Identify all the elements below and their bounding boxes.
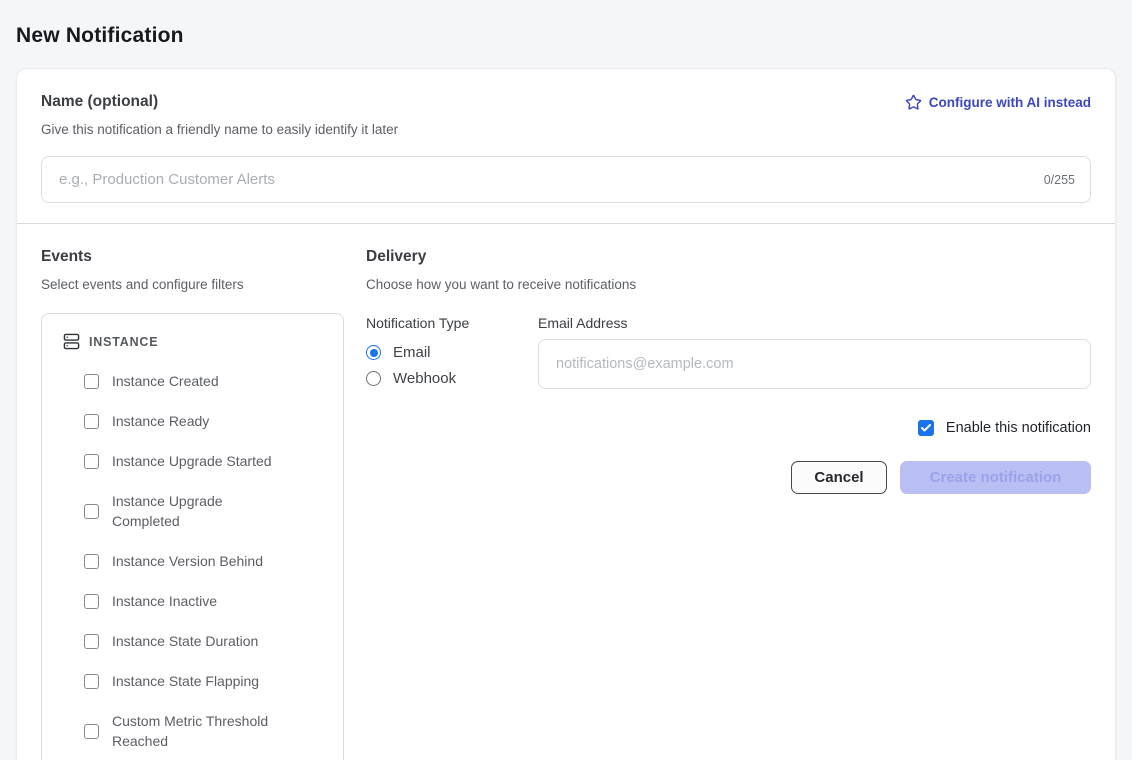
checkbox-unchecked[interactable] [84, 724, 99, 739]
checkbox-unchecked[interactable] [84, 554, 99, 569]
notification-form-card: Name (optional) Configure with AI instea… [16, 68, 1116, 760]
radio-email-label: Email [393, 344, 431, 361]
name-section-subtitle: Give this notification a friendly name t… [41, 122, 1091, 137]
cancel-button[interactable]: Cancel [791, 461, 887, 494]
radio-webhook[interactable]: Webhook [366, 370, 538, 387]
event-row-instance-upgrade-started[interactable]: Instance Upgrade Started [84, 451, 329, 471]
configure-with-ai-label: Configure with AI instead [929, 95, 1091, 110]
checkbox-unchecked[interactable] [84, 504, 99, 519]
enable-notification-label: Enable this notification [946, 420, 1091, 436]
checkbox-unchecked[interactable] [84, 414, 99, 429]
event-group-instance-label: INSTANCE [89, 335, 158, 349]
enable-notification-row[interactable]: Enable this notification [366, 420, 1091, 436]
delivery-section: Delivery Choose how you want to receive … [366, 248, 1091, 760]
event-label: Instance Created [112, 371, 219, 391]
checkbox-unchecked[interactable] [84, 454, 99, 469]
radio-webhook-control[interactable] [366, 371, 381, 386]
event-group-instance: INSTANCE [63, 333, 329, 350]
event-label: Instance Upgrade Completed [112, 491, 288, 531]
server-icon [63, 333, 80, 350]
configure-with-ai-link[interactable]: Configure with AI instead [905, 94, 1091, 111]
event-label: Custom Metric Threshold Reached [112, 711, 288, 751]
enable-checkbox[interactable] [918, 420, 934, 436]
create-notification-button[interactable]: Create notification [900, 461, 1091, 494]
page-title: New Notification [0, 0, 1132, 48]
delivery-heading: Delivery [366, 248, 1091, 266]
events-subtitle: Select events and configure filters [41, 277, 344, 292]
event-row-instance-inactive[interactable]: Instance Inactive [84, 591, 329, 611]
event-label: Instance Upgrade Started [112, 451, 272, 471]
radio-webhook-label: Webhook [393, 370, 456, 387]
event-row-instance-state-duration[interactable]: Instance State Duration [84, 631, 329, 651]
events-heading: Events [41, 248, 344, 266]
email-input[interactable] [538, 339, 1091, 389]
event-label: Instance Ready [112, 411, 209, 431]
checkbox-unchecked[interactable] [84, 374, 99, 389]
email-address-label: Email Address [538, 315, 1091, 331]
event-label: Instance State Flapping [112, 671, 259, 691]
event-row-instance-state-flapping[interactable]: Instance State Flapping [84, 671, 329, 691]
event-label: Instance State Duration [112, 631, 258, 651]
name-input[interactable] [41, 156, 1091, 203]
radio-email[interactable]: Email [366, 344, 538, 361]
checkbox-unchecked[interactable] [84, 674, 99, 689]
event-row-instance-version-behind[interactable]: Instance Version Behind [84, 551, 329, 571]
star-icon [905, 94, 922, 111]
event-label: Instance Inactive [112, 591, 217, 611]
event-row-instance-upgrade-completed[interactable]: Instance Upgrade Completed [84, 491, 329, 531]
event-row-instance-created[interactable]: Instance Created [84, 371, 329, 391]
event-label: Instance Version Behind [112, 551, 263, 571]
notification-type-label: Notification Type [366, 315, 538, 331]
char-counter: 0/255 [1044, 173, 1075, 187]
radio-email-control[interactable] [366, 345, 381, 360]
name-section-heading: Name (optional) [41, 93, 158, 111]
delivery-subtitle: Choose how you want to receive notificat… [366, 277, 1091, 292]
events-section: Events Select events and configure filte… [41, 248, 344, 760]
event-row-instance-ready[interactable]: Instance Ready [84, 411, 329, 431]
checkbox-unchecked[interactable] [84, 634, 99, 649]
name-section: Name (optional) Configure with AI instea… [17, 69, 1115, 223]
events-panel: INSTANCE Instance Created Instance Ready… [41, 313, 344, 760]
event-row-custom-metric-threshold[interactable]: Custom Metric Threshold Reached [84, 711, 329, 751]
checkbox-unchecked[interactable] [84, 594, 99, 609]
